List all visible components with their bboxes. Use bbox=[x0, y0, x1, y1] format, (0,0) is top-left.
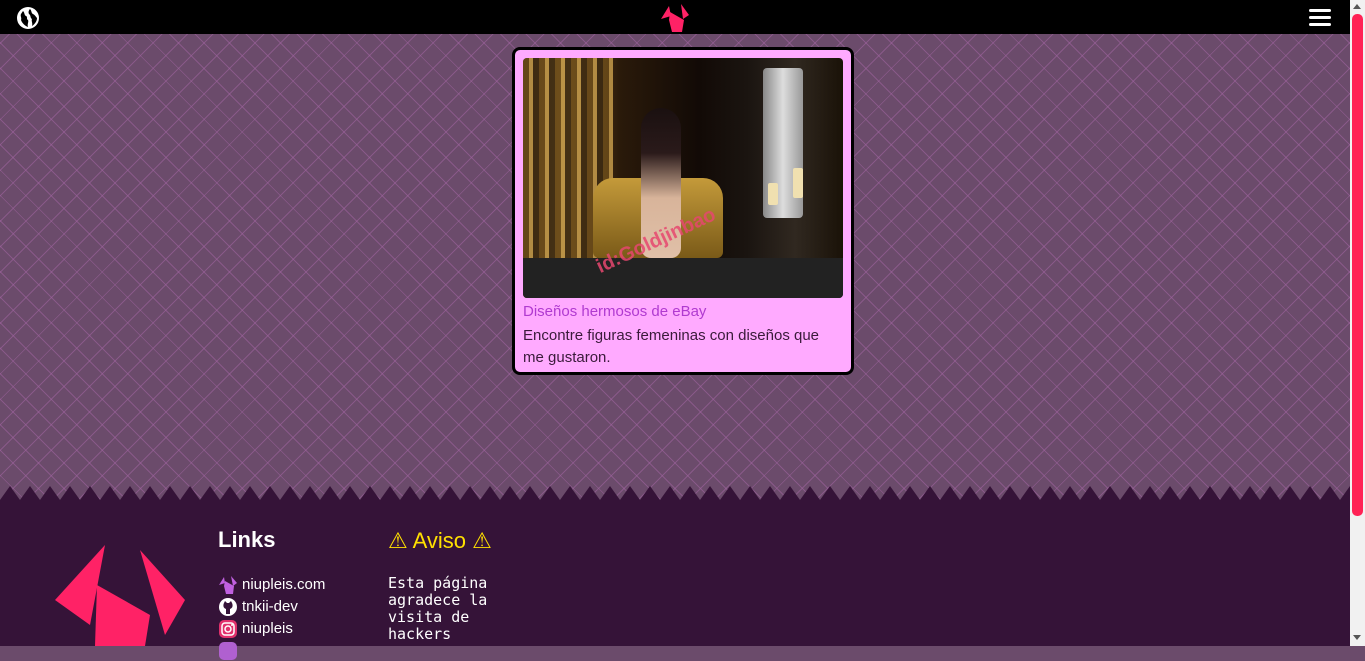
feature-card[interactable]: id:Goldjinbao Diseños hermosos de eBay E… bbox=[512, 47, 854, 375]
niupleis-icon bbox=[219, 576, 237, 595]
card-image[interactable]: id:Goldjinbao bbox=[523, 58, 843, 298]
scroll-down-arrow-icon[interactable] bbox=[1353, 635, 1361, 640]
partial-icon bbox=[219, 642, 237, 661]
link-tnkii-dev[interactable]: tnkii-dev bbox=[218, 597, 298, 617]
links-heading: Links bbox=[218, 527, 276, 552]
scroll-up-arrow-icon[interactable] bbox=[1353, 4, 1361, 9]
footer-zigzag-divider bbox=[0, 486, 1350, 500]
hamburger-menu-icon[interactable] bbox=[1309, 9, 1331, 27]
link-partial[interactable] bbox=[218, 641, 242, 661]
top-navbar bbox=[0, 0, 1350, 34]
link-label: niupleis bbox=[242, 620, 293, 637]
instagram-icon bbox=[219, 620, 237, 639]
footer-logo-icon bbox=[55, 545, 185, 646]
github-icon bbox=[219, 598, 237, 617]
card-description: Encontre figuras femeninas con diseños q… bbox=[523, 327, 820, 366]
link-niupleis-com[interactable]: niupleis.com bbox=[218, 575, 325, 595]
footer bbox=[0, 500, 1350, 646]
link-label: tnkii-dev bbox=[242, 598, 298, 615]
globe-icon[interactable] bbox=[16, 6, 40, 30]
scrollbar-thumb[interactable] bbox=[1352, 14, 1363, 516]
link-label: niupleis.com bbox=[242, 576, 326, 593]
link-instagram-niupleis[interactable]: niupleis bbox=[218, 619, 293, 639]
card-title[interactable]: Diseños hermosos de eBay bbox=[523, 303, 706, 320]
niupleis-logo[interactable] bbox=[658, 2, 692, 34]
aviso-text: Esta página agradece la visita de hacker… bbox=[388, 574, 488, 643]
aviso-heading: ⚠ Aviso ⚠ bbox=[388, 528, 492, 553]
